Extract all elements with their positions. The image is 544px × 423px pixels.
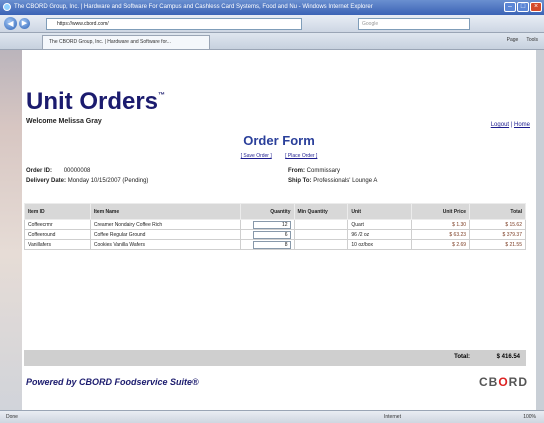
window-controls: – □ × (504, 2, 542, 12)
tools-menu[interactable]: Tools (526, 37, 538, 43)
item-name-cell: Coffee Regular Ground (89, 229, 241, 240)
forward-arrow-icon[interactable]: ▶ (19, 18, 30, 29)
logo-text-c: RD (508, 375, 528, 389)
command-bar: Page Tools (507, 37, 538, 43)
unit-cell: Quart (347, 219, 413, 230)
unit-price-cell: $ 2.69 (411, 239, 471, 250)
ie-logo-icon (3, 3, 11, 11)
logo-text-a: CB (478, 375, 499, 389)
delivery-date-label: Delivery Date: (26, 178, 67, 184)
logout-link[interactable]: Logout (491, 122, 509, 128)
from-row: From: Commissary (288, 168, 340, 174)
delivery-date-value: Monday 10/15/2007 (Pending) (67, 178, 149, 184)
quantity-cell: 12 (239, 219, 295, 230)
ship-to-label: Ship To: (288, 178, 312, 184)
ship-to-value: Professionals' Lounge A (313, 178, 378, 184)
page-content: Unit Orders™ Welcome Melissa Gray Logout… (22, 50, 536, 410)
page-title-text: Unit Orders (26, 88, 159, 115)
quantity-cell: 6 (239, 229, 295, 240)
unit-cell: 96 /2 oz (347, 229, 413, 240)
browser-window: The CBORD Group, Inc. | Hardware and Sof… (0, 0, 544, 423)
min-quantity-cell (293, 239, 349, 250)
table-row: Coffeecrmr Creamer Nondairy Coffee Rich … (24, 219, 526, 230)
close-button[interactable]: × (530, 2, 542, 12)
top-links: Logout | Home (491, 122, 530, 128)
col-total[interactable]: Total (469, 203, 526, 220)
unit-cell: 10 oz/box (347, 239, 413, 250)
page-menu[interactable]: Page (507, 37, 519, 43)
quantity-cell: 8 (239, 239, 295, 250)
total-label: Total: (454, 354, 470, 360)
link-separator: | (510, 122, 513, 128)
welcome-message: Welcome Melissa Gray (26, 118, 102, 125)
logo-text-b: O (498, 375, 509, 389)
title-bar: The CBORD Group, Inc. | Hardware and Sof… (0, 0, 544, 15)
trademark-symbol: ™ (158, 92, 166, 99)
from-value: Commissary (306, 168, 341, 174)
col-unit-price[interactable]: Unit Price (411, 203, 471, 220)
page-title: Unit Orders™ (26, 88, 165, 116)
status-text: Done (6, 414, 18, 420)
back-arrow-icon[interactable]: ◀ (4, 17, 17, 30)
item-id-cell: Coffeecrmr (24, 219, 91, 230)
from-label: From: (288, 168, 305, 174)
order-id-value: 00000008 (63, 168, 91, 174)
tab-bar: The CBORD Group, Inc. | Hardware and Sof… (0, 33, 544, 50)
total-cell: $ 21.55 (469, 239, 526, 250)
table-header-row: Item ID Item Name Quantity Min Quantity … (24, 203, 526, 220)
table-row: Vanillafers Cookies Vanilla Wafers 8 10 … (24, 239, 526, 250)
order-items-table: Item ID Item Name Quantity Min Quantity … (24, 203, 526, 250)
home-link[interactable]: Home (514, 122, 530, 128)
security-zone: Internet (384, 414, 401, 420)
col-quantity[interactable]: Quantity (239, 203, 295, 220)
form-title: Order Form (243, 133, 315, 148)
form-actions: [ Save Order ] [ Place Order ] (22, 153, 536, 159)
search-input[interactable]: Google (358, 18, 470, 30)
order-total-bar: Total: $ 416.54 (24, 350, 526, 366)
powered-by-text: Powered by CBORD Foodservice Suite® (26, 377, 199, 387)
tab-cbord[interactable]: The CBORD Group, Inc. | Hardware and Sof… (42, 35, 210, 49)
place-order-button[interactable]: [ Place Order ] (285, 153, 317, 159)
min-quantity-cell (293, 229, 349, 240)
order-id-label: Order ID: (26, 168, 53, 174)
unit-price-cell: $ 63.23 (411, 229, 471, 240)
address-bar: ◀ ▶ https://www.cbord.com/ Google (0, 15, 544, 33)
order-id-row: Order ID: 00000008 (26, 168, 90, 174)
minimize-button[interactable]: – (504, 2, 516, 12)
item-id-cell: Vanillafers (24, 239, 91, 250)
col-min-quantity[interactable]: Min Quantity (293, 203, 349, 220)
zoom-level[interactable]: 100% (523, 411, 536, 423)
status-bar: Done Internet 100% (0, 410, 544, 423)
total-cell: $ 379.37 (469, 229, 526, 240)
unit-price-cell: $ 1.30 (411, 219, 471, 230)
item-name-cell: Cookies Vanilla Wafers (89, 239, 241, 250)
quantity-input[interactable]: 12 (252, 220, 291, 229)
maximize-button[interactable]: □ (517, 2, 529, 12)
delivery-date-row: Delivery Date: Monday 10/15/2007 (Pendin… (26, 178, 148, 184)
col-item-name[interactable]: Item Name (89, 203, 241, 220)
cbord-logo: CBORD (479, 375, 528, 389)
min-quantity-cell (293, 219, 349, 230)
total-cell: $ 15.62 (469, 219, 526, 230)
ship-to-row: Ship To: Professionals' Lounge A (288, 178, 377, 184)
col-unit[interactable]: Unit (347, 203, 413, 220)
item-name-cell: Creamer Nondairy Coffee Rich (89, 219, 241, 230)
url-input[interactable]: https://www.cbord.com/ (46, 18, 302, 30)
total-value: $ 416.54 (496, 354, 520, 360)
save-order-button[interactable]: [ Save Order ] (241, 153, 272, 159)
table-row: Coffeeround Coffee Regular Ground 6 96 /… (24, 229, 526, 240)
window-title: The CBORD Group, Inc. | Hardware and Sof… (14, 4, 373, 10)
col-item-id[interactable]: Item ID (24, 203, 91, 220)
quantity-input[interactable]: 6 (252, 230, 291, 239)
quantity-input[interactable]: 8 (252, 240, 291, 249)
item-id-cell: Coffeeround (24, 229, 91, 240)
